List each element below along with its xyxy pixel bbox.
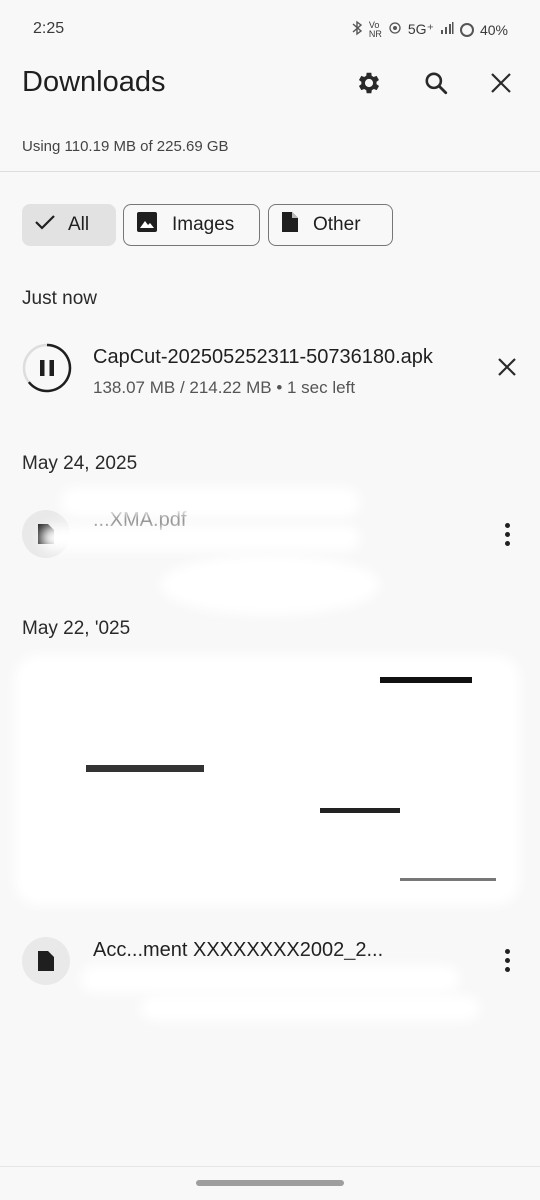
filter-chip-other[interactable]: Other: [268, 204, 393, 246]
redaction-mark: [140, 995, 480, 1021]
settings-button[interactable]: [345, 61, 393, 109]
signal-icon: [440, 21, 454, 38]
list-item[interactable]: [22, 937, 70, 985]
image-icon: [136, 211, 158, 239]
more-options-button[interactable]: [492, 940, 522, 980]
filter-chip-label: Other: [313, 214, 361, 235]
filter-chip-label: All: [68, 214, 90, 235]
page-title: Downloads: [22, 66, 166, 98]
document-icon: [22, 937, 70, 985]
status-time: 2:25: [33, 20, 65, 37]
more-vert-icon: [504, 522, 510, 528]
section-header-may-24: May 24, 2025: [22, 453, 138, 474]
redaction-mark: [160, 555, 380, 615]
hotspot-icon: [388, 21, 402, 38]
download-progress-arc: [27, 343, 72, 393]
redaction-mark: [80, 965, 460, 993]
section-header-may-22: May 22, '025: [22, 618, 131, 639]
list-item-name: Acc...ment XXXXXXXX2002_2...: [93, 939, 384, 961]
close-icon: [490, 72, 512, 99]
pause-button[interactable]: [22, 343, 72, 393]
battery-icon: [459, 22, 474, 37]
bluetooth-icon: [351, 20, 363, 39]
bottom-divider: [0, 1166, 540, 1167]
download-progress-text: 138.07 MB / 214.22 MB • 1 sec left: [93, 378, 356, 397]
redaction-block: [14, 655, 520, 905]
nr-label: NR: [368, 28, 382, 39]
download-file-name: CapCut-202505252311-50736180.apk: [93, 346, 433, 368]
filter-chip-images[interactable]: Images: [123, 204, 260, 246]
redaction-artifact: [380, 677, 472, 683]
status-icons: Vo NR 5G⁺ 40%: [351, 20, 508, 39]
close-button[interactable]: [477, 61, 525, 109]
search-button[interactable]: [412, 61, 460, 109]
divider: [0, 171, 540, 172]
more-options-button[interactable]: [492, 514, 522, 554]
redaction-artifact: [86, 765, 204, 772]
filter-chip-all[interactable]: All: [22, 204, 116, 246]
network-label: 5G⁺: [407, 21, 434, 37]
redaction-mark: [40, 525, 360, 551]
close-icon: [497, 357, 517, 382]
redaction-artifact: [320, 808, 400, 813]
check-icon: [34, 213, 56, 237]
cancel-download-button[interactable]: [483, 345, 531, 393]
section-header-just-now: Just now: [22, 288, 97, 309]
more-vert-icon: [504, 948, 510, 954]
search-icon: [423, 70, 449, 101]
vonr-icon: Vo NR: [368, 20, 382, 39]
gear-icon: [355, 69, 383, 102]
redaction-mark: [60, 487, 360, 517]
home-gesture-bar[interactable]: [196, 1180, 344, 1186]
storage-usage: Using 110.19 MB of 225.69 GB: [22, 138, 229, 155]
filter-chip-label: Images: [172, 214, 235, 235]
redaction-artifact: [400, 878, 496, 881]
file-icon: [281, 211, 299, 239]
battery-level: 40%: [479, 21, 508, 38]
pause-icon: [22, 343, 72, 393]
